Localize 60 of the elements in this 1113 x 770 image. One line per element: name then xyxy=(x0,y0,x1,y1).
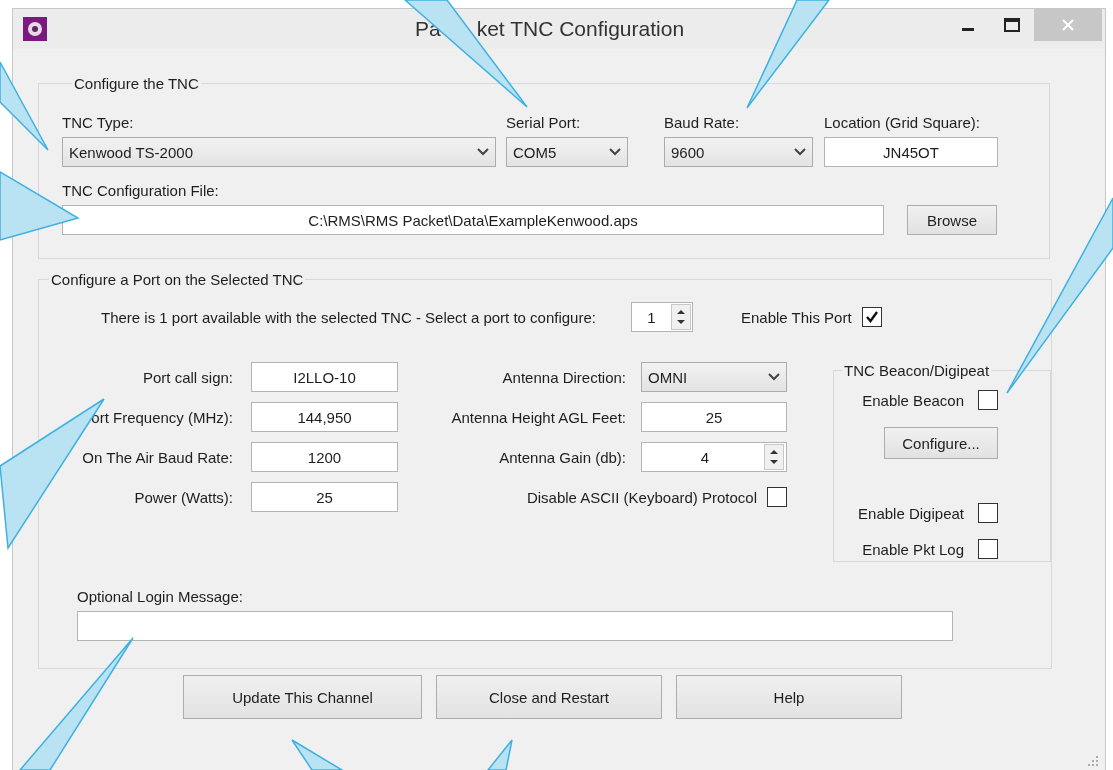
field-label: On The Air Baud Rate: xyxy=(81,448,233,466)
resize-grip-icon xyxy=(1087,755,1099,767)
checkbox-label: Enable Beacon xyxy=(862,391,964,409)
field-label: Antenna Gain (db): xyxy=(498,448,626,466)
field-label: Port call sign: xyxy=(141,368,233,386)
port-spinner[interactable]: 1 xyxy=(631,302,693,332)
text-field[interactable]: JN45OT xyxy=(824,137,998,167)
dropdown[interactable]: COM5 xyxy=(506,137,628,167)
field-label: Baud Rate: xyxy=(664,114,741,131)
login-message-field[interactable] xyxy=(77,611,953,641)
group-title: TNC Beacon/Digipeat xyxy=(843,362,991,379)
field-label: TNC Configuration File: xyxy=(62,182,220,199)
number-spinner[interactable]: 4 xyxy=(641,442,787,472)
spin-buttons[interactable] xyxy=(671,304,691,330)
checkbox-label: Enable Pkt Log xyxy=(862,540,964,558)
file-path-field[interactable]: C:\RMS\RMS Packet\Data\ExampleKenwood.aps xyxy=(62,205,884,235)
text-field[interactable]: 25 xyxy=(251,482,398,512)
group-title: Configure the TNC xyxy=(73,75,200,92)
callout-pointer xyxy=(291,739,345,770)
field-label: Serial Port: xyxy=(506,114,582,131)
app-icon xyxy=(23,17,47,41)
checkbox[interactable] xyxy=(978,539,998,559)
checkbox-label: Enable This Port xyxy=(741,308,852,326)
checkbox[interactable] xyxy=(978,503,998,523)
dropdown[interactable]: Kenwood TS-2000 xyxy=(62,137,496,167)
text-field[interactable]: 25 xyxy=(641,402,787,432)
dialog-button[interactable]: Help xyxy=(676,675,902,719)
field-label: Antenna Height AGL Feet: xyxy=(450,408,626,426)
field-label: ort Frequency (MHz): xyxy=(90,408,233,426)
checkbox-label: Disable ASCII (Keyboard) Protocol xyxy=(526,488,757,506)
group-title: Configure a Port on the Selected TNC xyxy=(50,271,305,288)
browse-button[interactable]: Browse xyxy=(907,205,997,235)
field-label: Power (Watts): xyxy=(133,488,233,506)
text-field[interactable]: 144,950 xyxy=(251,402,398,432)
checkbox[interactable] xyxy=(767,487,787,507)
callout-pointer xyxy=(486,739,513,770)
dropdown[interactable]: OMNI xyxy=(641,362,787,392)
dialog-button[interactable]: Close and Restart xyxy=(436,675,662,719)
field-label: TNC Type: xyxy=(62,114,135,131)
window-title: ket TNC Configuration xyxy=(476,17,685,41)
checkbox-label: Enable Digipeat xyxy=(858,504,964,522)
checkbox[interactable] xyxy=(861,307,882,327)
field-label: Location (Grid Square): xyxy=(824,114,981,131)
close-icon xyxy=(1061,18,1075,32)
checkbox[interactable] xyxy=(978,390,998,410)
text-field[interactable]: I2LLO-10 xyxy=(251,362,398,392)
port-prompt: There is 1 port available with the selected TNC - Select a port to configure: xyxy=(101,308,596,326)
field-label: Antenna Direction: xyxy=(501,368,626,386)
spin-buttons[interactable] xyxy=(764,444,784,470)
chevron-down-icon xyxy=(794,148,806,156)
text-field[interactable]: 1200 xyxy=(251,442,398,472)
chevron-down-icon xyxy=(609,148,621,156)
configure-button[interactable]: Configure... xyxy=(884,427,998,459)
dropdown[interactable]: 9600 xyxy=(664,137,813,167)
field-label: Optional Login Message: xyxy=(77,588,244,605)
chevron-down-icon xyxy=(477,148,489,156)
chevron-down-icon xyxy=(768,373,780,381)
minimize-icon xyxy=(962,27,974,31)
maximize-icon xyxy=(1004,18,1020,32)
dialog-button[interactable]: Update This Channel xyxy=(183,675,422,719)
